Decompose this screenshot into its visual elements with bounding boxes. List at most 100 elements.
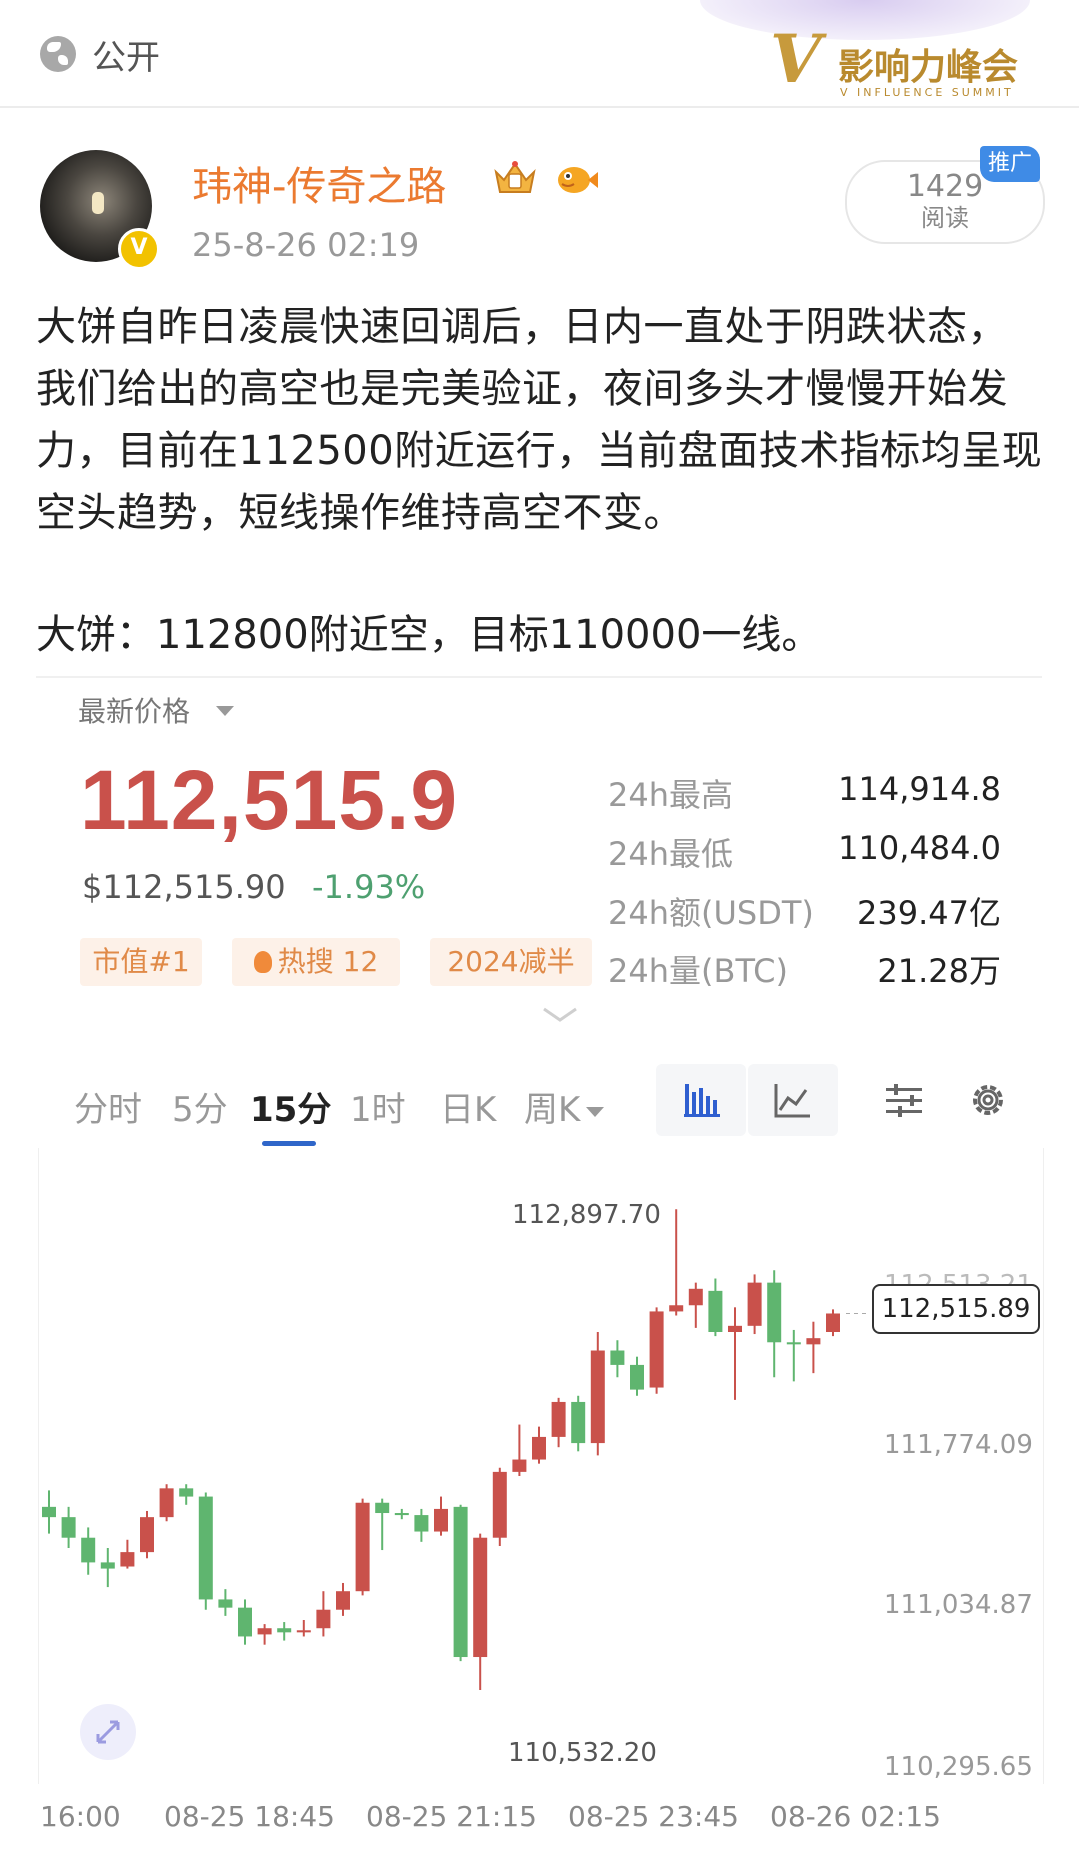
stat-label-turnover: 24h额(USDT) <box>608 894 814 932</box>
candle-body <box>590 1350 605 1444</box>
avatar-highlight <box>92 192 104 214</box>
tab-weekly-label: 周K <box>524 1090 581 1130</box>
candle-body <box>81 1537 96 1563</box>
candle-body <box>708 1290 723 1332</box>
tab-1h[interactable]: 1时 <box>350 1082 406 1131</box>
post-timestamp: 25-8-26 02:19 <box>192 226 420 264</box>
candle-body <box>551 1401 566 1437</box>
x-tick-label: 08-25 18:45 <box>164 1800 335 1833</box>
fish-badge-icon <box>558 167 598 193</box>
stat-value-volume: 21.28万 <box>877 952 1001 990</box>
x-tick-label: 08-25 23:45 <box>568 1800 739 1833</box>
candle-body <box>140 1517 154 1553</box>
halving-tag[interactable]: 2024减半 <box>430 938 592 986</box>
brand-logo-subtext: V INFLUENCE SUMMIT <box>840 86 1014 99</box>
tab-weekly[interactable]: 周K <box>524 1082 605 1131</box>
candle-body <box>806 1338 821 1345</box>
x-tick-label: 08-25 21:15 <box>366 1800 537 1833</box>
market-cap-rank-tag[interactable]: 市值#1 <box>80 938 202 986</box>
current-price: 112,515.9 <box>80 753 459 847</box>
candle-body <box>42 1506 56 1518</box>
expand-chevron-icon[interactable] <box>542 1006 578 1024</box>
y-tick-label: 110,295.65 <box>884 1752 1033 1782</box>
candle-body <box>571 1401 586 1444</box>
caret-down-icon[interactable] <box>216 706 234 716</box>
globe-icon <box>40 36 76 72</box>
candle-body <box>688 1288 703 1306</box>
candle-body <box>610 1350 625 1365</box>
candle-body <box>277 1628 292 1633</box>
candle-body <box>375 1502 390 1514</box>
line-chart-icon <box>774 1084 810 1118</box>
candle-body <box>159 1488 174 1518</box>
candle-body <box>120 1552 135 1567</box>
y-tick-label: 111,034.87 <box>884 1590 1033 1620</box>
candle-body <box>238 1607 252 1637</box>
hot-search-text: 热搜 12 <box>277 945 379 978</box>
candle-body <box>257 1628 272 1635</box>
post-paragraph-2: 大饼：112800附近空，目标110000一线。 <box>36 612 822 658</box>
stat-label-volume: 24h量(BTC) <box>608 952 788 990</box>
candlestick-icon <box>684 1084 720 1117</box>
verified-badge-icon: V <box>118 228 160 270</box>
candle-body <box>61 1517 76 1538</box>
stat-value-high: 114,914.8 <box>838 770 1001 808</box>
brand-logo-text: 影响力峰会 <box>838 47 1019 88</box>
candle-body <box>532 1436 546 1460</box>
post-paragraph-1: 大饼自昨日凌晨快速回调后，日内一直处于阴跌状态，我们给出的高空也是完美验证，夜间… <box>36 304 1043 536</box>
candle-body <box>728 1325 742 1332</box>
candle-body <box>669 1305 684 1312</box>
stat-value-low: 110,484.0 <box>838 829 1001 867</box>
read-label: 阅读 <box>921 204 969 232</box>
high-annotation: 112,897.70 <box>512 1200 661 1230</box>
candle-body <box>394 1513 409 1516</box>
candle-body <box>473 1537 488 1658</box>
tab-active-indicator <box>262 1141 316 1146</box>
gear-icon[interactable] <box>968 1080 1008 1120</box>
flame-icon <box>253 951 272 973</box>
candle-body <box>512 1459 527 1472</box>
candle-body <box>649 1311 664 1388</box>
candlestick-chart[interactable] <box>38 1148 1042 1784</box>
candle-body <box>492 1471 507 1538</box>
x-tick-label: 08-26 02:15 <box>770 1800 941 1833</box>
y-tick-label: 111,774.09 <box>884 1430 1033 1460</box>
crown-badge-icon <box>494 161 536 193</box>
x-tick-label: 16:00 <box>40 1800 121 1833</box>
fullscreen-button[interactable] <box>80 1704 136 1760</box>
change-percent: -1.93% <box>312 868 426 906</box>
candle-body <box>434 1508 448 1532</box>
candle-body <box>453 1506 468 1658</box>
promo-badge: 推广 <box>980 146 1040 182</box>
divider <box>36 676 1042 678</box>
candle-body <box>198 1496 213 1600</box>
tab-15min[interactable]: 15分 <box>250 1082 331 1131</box>
tab-5min[interactable]: 5分 <box>172 1082 228 1131</box>
hot-search-tag[interactable]: 热搜 12 <box>232 938 400 986</box>
candle-body <box>767 1282 782 1343</box>
candle-body <box>414 1515 429 1532</box>
caret-down-icon <box>586 1107 605 1117</box>
indicator-settings-icon[interactable] <box>884 1080 924 1120</box>
candle-body <box>336 1591 350 1610</box>
usd-price: $112,515.90 <box>82 868 286 906</box>
candle-body <box>747 1282 762 1326</box>
stat-label-high: 24h最高 <box>608 776 734 814</box>
stat-label-low: 24h最低 <box>608 835 734 873</box>
candle-body <box>355 1502 370 1592</box>
candle-body <box>218 1599 233 1608</box>
candle-body <box>100 1562 115 1569</box>
visibility-label: 公开 <box>92 38 160 78</box>
tab-timeline[interactable]: 分时 <box>74 1082 142 1131</box>
expand-icon <box>96 1720 120 1744</box>
current-price-marker: 112,515.89 <box>872 1284 1040 1334</box>
candle-body <box>786 1342 801 1345</box>
tab-daily[interactable]: 日K <box>440 1082 496 1131</box>
candle-body <box>826 1313 840 1332</box>
latest-price-label[interactable]: 最新价格 <box>78 690 190 730</box>
candle-body <box>296 1630 311 1633</box>
author-name[interactable]: 玮神-传奇之路 <box>192 154 446 212</box>
candle-body <box>630 1364 644 1390</box>
candle-body <box>316 1609 331 1629</box>
stat-value-turnover: 239.47亿 <box>857 894 1001 932</box>
